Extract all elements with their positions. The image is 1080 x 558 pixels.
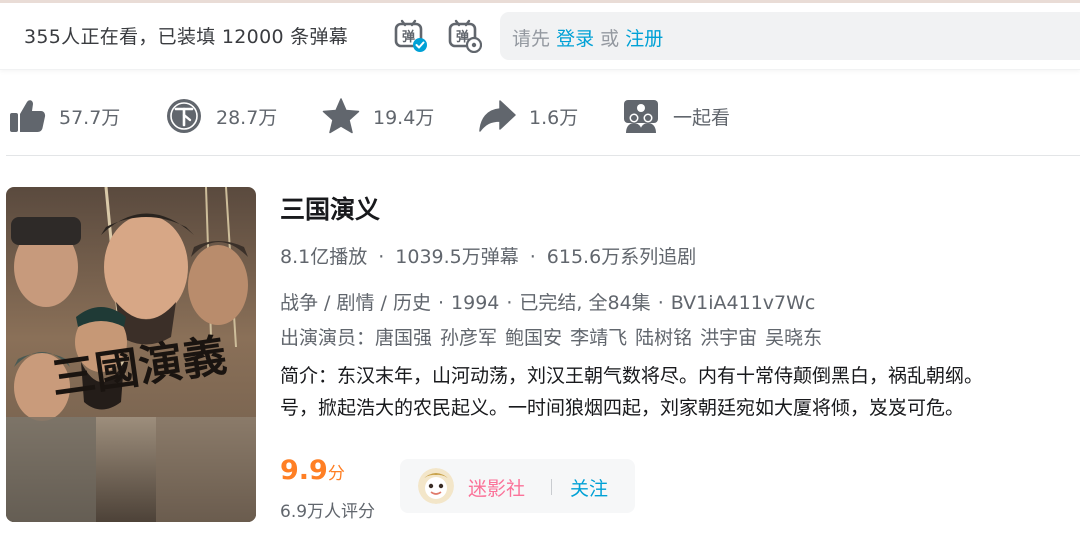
rating-score: 9.9分: [280, 455, 345, 486]
share-button[interactable]: 1.6万: [478, 96, 578, 136]
separator-dot: ·: [437, 292, 445, 314]
video-edge-strip: [0, 0, 1080, 3]
share-arrow-icon: [479, 100, 516, 132]
danmaku-input-placeholder: 请先 登录 或 注册: [512, 24, 663, 51]
score-value: 9.9: [280, 455, 328, 486]
uploader-avatar-icon: [418, 468, 454, 504]
action-toolbar: 57.7万 28.7万 19.4万 1.6万 一起看: [0, 90, 1080, 142]
intro-line: 号，掀起浩大的农民起义。一时间狼烟四起，刘家朝廷宛如大厦将倾，岌岌可危。: [280, 397, 965, 419]
danmaku-on-icon: 弹: [394, 19, 427, 52]
uploader-card: 迷影社 关注: [400, 459, 635, 513]
series-title: 三国演义: [280, 195, 381, 224]
danmaku-settings-icon: 弹: [448, 19, 483, 54]
coin-icon: [167, 99, 201, 133]
favorite-count: 19.4万: [373, 106, 435, 129]
register-link[interactable]: 注册: [625, 28, 663, 50]
cast-member: 陆树铭: [635, 327, 693, 349]
danmaku-bar: 355人正在看，已装填 12000 条弹幕 弹 弹 请先 登录 或 注册: [0, 0, 1080, 70]
viewer-count-text: 355人正在看，已装填 12000 条弹幕: [24, 26, 349, 48]
coin-button[interactable]: 28.7万: [165, 96, 277, 136]
intro-line: 简介：东汉末年，山河动荡，刘汉王朝气数将尽。内有十常侍颠倒黑白，祸乱朝纲。: [280, 365, 984, 387]
watch-together-label: 一起看: [673, 106, 731, 129]
series-intro: 简介：东汉末年，山河动荡，刘汉王朝气数将尽。内有十常侍颠倒黑白，祸乱朝纲。 号，…: [280, 360, 1080, 424]
score-unit: 分: [327, 464, 345, 484]
danmaku-count: 1039.5万弹幕: [395, 246, 519, 268]
poster-image: 三國演義: [6, 187, 256, 522]
bvid: BV1iA411v7Wc: [670, 292, 816, 314]
follow-button[interactable]: 关注: [570, 474, 608, 501]
uploader-divider: [551, 479, 552, 495]
danmaku-settings-button[interactable]: 弹: [446, 17, 483, 54]
watch-together-icon: [624, 100, 658, 133]
series-poster[interactable]: 三國演義: [6, 187, 256, 522]
danmaku-input[interactable]: 请先 登录 或 注册: [500, 12, 1080, 60]
watch-together-button[interactable]: 一起看: [622, 96, 730, 136]
series-meta: 战争 / 剧情 / 历史 · 1994 · 已完结, 全84集 · BV1iA411v7Wc: [280, 288, 815, 315]
rating-count: 6.9万人评分: [280, 502, 376, 522]
separator-dot: ·: [378, 246, 385, 268]
star-icon: [322, 98, 360, 134]
separator-dot: ·: [506, 292, 513, 314]
episode-status: 已完结, 全84集: [519, 292, 651, 314]
login-prompt-text: 请先: [512, 28, 551, 50]
like-count: 57.7万: [59, 106, 121, 129]
cast-member: 李靖飞: [570, 327, 628, 349]
favorite-button[interactable]: 19.4万: [322, 96, 434, 136]
avatar[interactable]: [418, 468, 454, 504]
cast-member: 吴晓东: [765, 327, 823, 349]
svg-text:弹: 弹: [402, 29, 415, 45]
cast-member: 孙彦军: [440, 327, 498, 349]
cast-label: 出演演员：: [280, 327, 376, 349]
view-count: 8.1亿播放: [280, 246, 368, 268]
or-text: 或: [600, 28, 620, 50]
separator-dot: ·: [657, 292, 664, 314]
cast-list: 出演演员：唐国强 孙彦军 鲍国安 李靖飞 陆树铭 洪宇宙 吴晓东: [280, 323, 830, 350]
release-year: 1994: [451, 292, 500, 314]
uploader-name[interactable]: 迷影社: [468, 474, 525, 501]
cast-member: 鲍国安: [505, 327, 563, 349]
like-button[interactable]: 57.7万: [8, 96, 120, 136]
share-count: 1.6万: [529, 106, 579, 129]
coin-count: 28.7万: [216, 106, 278, 129]
follow-count: 615.6万系列追剧: [546, 246, 697, 268]
danmaku-toggle-button[interactable]: 弹: [392, 17, 428, 53]
series-stats: 8.1亿播放 · 1039.5万弹幕 · 615.6万系列追剧: [280, 242, 696, 269]
cast-member: 洪宇宙: [700, 327, 758, 349]
thumbs-up-icon: [10, 100, 46, 132]
separator-dot: ·: [529, 246, 536, 268]
login-link[interactable]: 登录: [556, 28, 594, 50]
section-divider: [6, 155, 1080, 156]
cast-member: 唐国强: [375, 327, 433, 349]
genre-tags[interactable]: 战争 / 剧情 / 历史: [280, 292, 431, 314]
